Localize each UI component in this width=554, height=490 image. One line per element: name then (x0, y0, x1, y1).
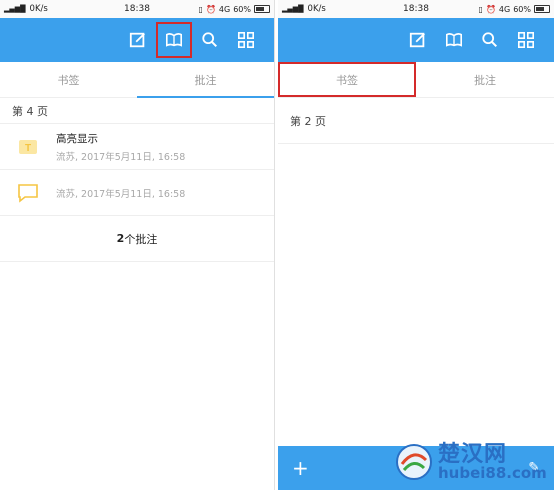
tab-bookmarks[interactable]: 书签 (0, 62, 137, 97)
right-screen: ▂▄▆█ 0K/s 18:38 ▯ ⏰ 4G 60% 书签 批注 第 2 页 + (278, 0, 554, 490)
vibrate-icon: ▯ (198, 4, 203, 14)
tab-bar: 书签 批注 (278, 62, 554, 98)
grid-icon[interactable] (228, 22, 264, 58)
net-speed: 0K/s (307, 3, 326, 14)
annotation-title: 高亮显示 (56, 132, 98, 145)
status-right: ▯ ⏰ 4G 60% (199, 5, 270, 14)
tab-bar: 书签 批注 (0, 62, 274, 98)
grid-icon[interactable] (508, 22, 544, 58)
annotation-count: 2 个批注 (0, 216, 274, 262)
left-screen: ▂▄▆█ 0K/s 18:38 ▯ ⏰ 4G 60% 书签 批注 第 4 页 T… (0, 0, 275, 490)
search-icon[interactable] (472, 22, 508, 58)
top-toolbar (0, 18, 274, 62)
bookmark-item[interactable]: 第 2 页 (278, 98, 554, 144)
text-highlight-icon: T (19, 139, 37, 154)
book-icon[interactable] (156, 22, 192, 58)
status-time: 18:38 (403, 4, 429, 14)
annotation-meta: 流苏, 2017年5月11日, 16:58 (56, 188, 186, 200)
add-bookmark-button[interactable]: + (292, 458, 309, 478)
status-bar: ▂▄▆█ 0K/s 18:38 ▯ ⏰ 4G 60% (0, 0, 274, 18)
annotation-meta: 流苏, 2017年5月11日, 16:58 (56, 151, 186, 163)
watermark: 楚汉网 hubei88.com (394, 434, 554, 490)
signal-icon: ▂▄▆█ (282, 4, 304, 13)
network-type: 4G (218, 4, 231, 14)
annotation-count-number: 2 (116, 232, 125, 245)
search-icon[interactable] (192, 22, 228, 58)
network-indicator: ▂▄▆█ 0K/s (4, 5, 48, 14)
battery-level: 60% (513, 4, 531, 14)
page-section-header: 第 4 页 (0, 98, 274, 124)
top-toolbar (278, 18, 554, 62)
vibrate-icon: ▯ (478, 4, 483, 14)
battery-icon (254, 5, 270, 13)
edit-icon[interactable] (120, 22, 156, 58)
network-indicator: ▂▄▆█ 0K/s (282, 5, 326, 14)
comment-bubble-icon (18, 183, 38, 203)
status-bar: ▂▄▆█ 0K/s 18:38 ▯ ⏰ 4G 60% (278, 0, 554, 18)
battery-icon (534, 5, 550, 13)
annotation-item[interactable]: 流苏, 2017年5月11日, 16:58 (0, 170, 274, 216)
alarm-icon: ⏰ (205, 4, 216, 14)
svg-text:T: T (25, 143, 31, 154)
annotation-count-label: 个批注 (124, 232, 158, 246)
tab-bookmarks[interactable]: 书签 (278, 62, 416, 97)
watermark-title: 楚汉网 (438, 441, 508, 467)
tab-annotations[interactable]: 批注 (416, 62, 554, 97)
tab-annotations[interactable]: 批注 (137, 62, 274, 98)
watermark-logo-icon (396, 444, 432, 480)
signal-icon: ▂▄▆█ (4, 4, 26, 13)
annotation-item[interactable]: T 高亮显示 流苏, 2017年5月11日, 16:58 (0, 124, 274, 170)
battery-level: 60% (233, 4, 251, 14)
alarm-icon: ⏰ (485, 4, 496, 14)
edit-icon[interactable] (400, 22, 436, 58)
book-icon[interactable] (436, 22, 472, 58)
status-time: 18:38 (124, 4, 150, 14)
watermark-url: hubei88.com (438, 463, 547, 482)
status-right: ▯ ⏰ 4G 60% (479, 5, 550, 14)
network-type: 4G (498, 4, 511, 14)
net-speed: 0K/s (29, 3, 48, 14)
